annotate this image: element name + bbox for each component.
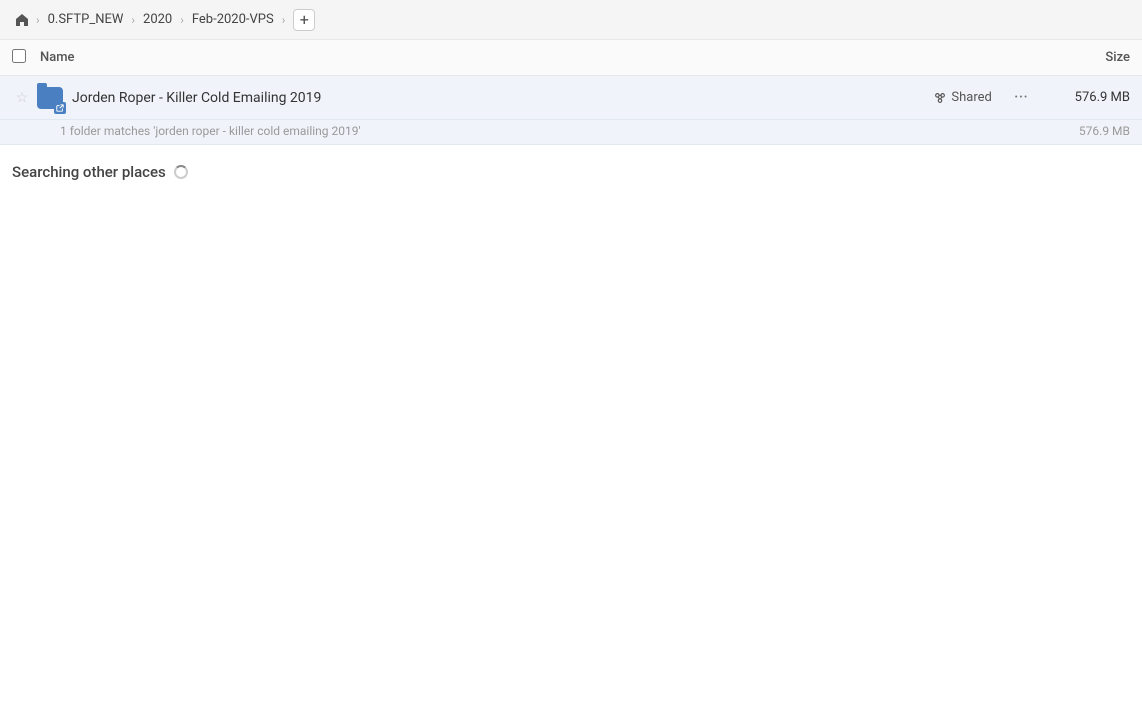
breadcrumb-bar: › 0.SFTP_NEW › 2020 › Feb-2020-VPS › + bbox=[0, 0, 1142, 40]
star-icon[interactable]: ☆ bbox=[12, 90, 32, 106]
column-header-name: Name bbox=[40, 50, 1030, 65]
breadcrumb-item-sftp[interactable]: 0.SFTP_NEW bbox=[44, 10, 128, 29]
match-info-row: 1 folder matches 'jorden roper - killer … bbox=[0, 120, 1142, 145]
shared-label: Shared bbox=[951, 90, 991, 105]
searching-title: Searching other places bbox=[12, 163, 1130, 181]
home-icon[interactable] bbox=[12, 10, 32, 30]
breadcrumb-sep-4: › bbox=[282, 13, 286, 27]
searching-section: Searching other places bbox=[0, 145, 1142, 189]
breadcrumb-sep-1: › bbox=[36, 13, 40, 27]
file-size: 576.9 MB bbox=[1050, 90, 1130, 105]
breadcrumb-item-2020[interactable]: 2020 bbox=[139, 10, 176, 29]
breadcrumb-item-feb[interactable]: Feb-2020-VPS bbox=[188, 10, 278, 29]
shared-badge: Shared bbox=[933, 90, 991, 105]
table-row[interactable]: ☆ Jorden Roper - Killer Cold Emailing 20… bbox=[0, 76, 1142, 120]
link-badge-icon bbox=[54, 102, 66, 114]
breadcrumb-sep-2: › bbox=[131, 13, 135, 27]
table-header: Name Size bbox=[0, 40, 1142, 76]
breadcrumb: › 0.SFTP_NEW › 2020 › Feb-2020-VPS › + bbox=[12, 9, 315, 31]
match-info-size: 576.9 MB bbox=[1050, 124, 1130, 138]
add-breadcrumb-button[interactable]: + bbox=[293, 9, 315, 31]
file-name[interactable]: Jorden Roper - Killer Cold Emailing 2019 bbox=[72, 90, 933, 106]
breadcrumb-sep-3: › bbox=[180, 13, 184, 27]
folder-icon-container bbox=[36, 84, 64, 112]
match-info-text: 1 folder matches 'jorden roper - killer … bbox=[60, 124, 1050, 138]
searching-label: Searching other places bbox=[12, 163, 166, 181]
loading-spinner bbox=[174, 165, 188, 179]
select-all-checkbox[interactable] bbox=[12, 49, 32, 67]
column-header-size: Size bbox=[1030, 50, 1130, 65]
more-options-button[interactable]: ··· bbox=[1008, 85, 1034, 110]
